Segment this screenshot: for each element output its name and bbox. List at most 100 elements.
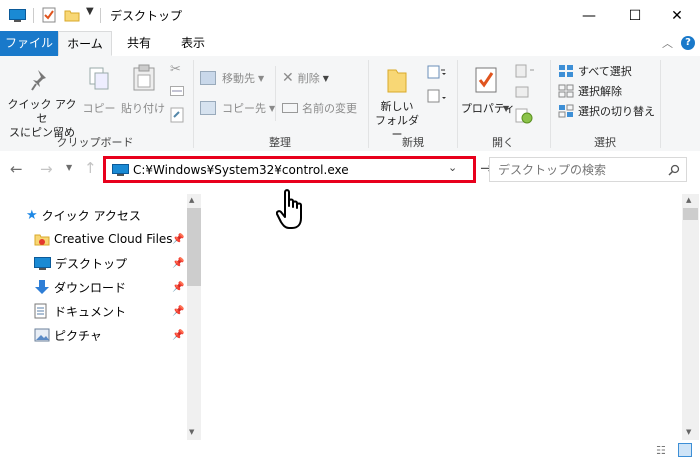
nav-item-label: ダウンロード	[54, 280, 127, 295]
group-label-clipboard: クリップボード	[56, 136, 134, 149]
address-bar[interactable]: ⌄	[103, 156, 476, 183]
move-to-label: 移動先	[222, 72, 255, 85]
large-icons-view-icon[interactable]	[678, 443, 692, 457]
nav-item-label: ドキュメント	[54, 304, 127, 319]
scroll-up-icon[interactable]: ▲	[686, 196, 691, 204]
scroll-down-icon[interactable]: ▼	[686, 428, 691, 436]
desktop-icon	[34, 256, 51, 270]
window-title: デスクトップ	[110, 9, 183, 23]
copy-icon	[89, 67, 109, 90]
properties-quick-icon[interactable]	[42, 7, 56, 23]
select-none-button[interactable]: 選択解除	[558, 82, 622, 100]
tab-home[interactable]: ホーム	[58, 31, 112, 56]
move-to-icon	[200, 71, 216, 85]
tab-share[interactable]: 共有	[112, 31, 166, 56]
close-button[interactable]: ✕	[654, 0, 700, 31]
select-all-button[interactable]: すべて選択	[558, 62, 632, 80]
properties-icon	[475, 67, 497, 93]
paste-icon	[133, 64, 155, 91]
copy-to-label: コピー先	[222, 102, 266, 115]
nav-item-creative-cloud[interactable]: Creative Cloud Files 📌	[34, 228, 184, 250]
nav-item-pictures[interactable]: ピクチャ 📌	[34, 324, 184, 346]
maximize-button[interactable]: ☐	[612, 0, 658, 31]
group-label-select: 選択	[594, 136, 616, 149]
nav-quick-access[interactable]: ★ クイック アクセス	[26, 204, 141, 226]
copy-label: コピー	[82, 102, 116, 115]
pin-to-quick-access-button[interactable]: クイック アクセ スにピン留め	[4, 58, 76, 139]
group-label-organize: 整理	[269, 136, 291, 149]
select-none-label: 選択解除	[578, 85, 622, 98]
nav-scrollbar-thumb[interactable]	[187, 208, 201, 286]
group-label-new: 新規	[402, 136, 424, 149]
main-scrollbar-thumb[interactable]	[683, 208, 698, 220]
divider	[100, 8, 101, 23]
address-dropdown-icon[interactable]: ⌄	[448, 161, 457, 174]
divider	[33, 8, 34, 23]
open-icon[interactable]	[515, 64, 537, 78]
pin-icon: 📌	[172, 281, 185, 293]
help-icon[interactable]: ?	[681, 36, 695, 50]
pin-icon: 📌	[172, 233, 185, 245]
copy-button[interactable]: コピー	[80, 58, 118, 130]
desktop-icon	[112, 164, 129, 176]
address-input[interactable]	[133, 160, 433, 179]
search-input[interactable]	[498, 161, 658, 178]
scroll-down-icon[interactable]: ▼	[189, 428, 194, 436]
pin-icon	[31, 70, 46, 91]
qa-customize-icon[interactable]: ▼	[86, 6, 94, 17]
nav-item-desktop[interactable]: デスクトップ 📌	[34, 252, 184, 274]
details-view-icon[interactable]: ☷	[656, 444, 666, 457]
nav-item-downloads[interactable]: ダウンロード 📌	[34, 276, 184, 298]
easy-access-icon[interactable]	[426, 88, 446, 104]
history-icon[interactable]	[515, 108, 533, 124]
scroll-up-icon[interactable]: ▲	[189, 196, 194, 204]
file-list-area[interactable]	[203, 194, 681, 440]
rename-icon	[282, 103, 298, 113]
properties-button[interactable]: プロパティ	[460, 58, 515, 130]
delete-label: 削除	[297, 72, 320, 85]
status-bar: ☷	[0, 440, 700, 462]
invert-selection-icon	[558, 104, 574, 118]
select-none-icon	[558, 84, 574, 98]
nav-item-label: デスクトップ	[55, 256, 128, 271]
main-scrollbar[interactable]	[682, 194, 699, 440]
nav-item-documents[interactable]: ドキュメント 📌	[34, 300, 184, 322]
tab-view[interactable]: 表示	[166, 31, 220, 56]
document-icon	[34, 303, 47, 319]
up-arrow-icon[interactable]: ↑	[84, 159, 97, 177]
delete-icon: ✕	[282, 70, 294, 86]
pin-icon: 📌	[172, 257, 185, 269]
forward-arrow-icon[interactable]: →	[40, 160, 53, 178]
copy-path-icon[interactable]	[170, 86, 184, 96]
recent-locations-icon[interactable]: ▼	[66, 163, 72, 172]
properties-dropdown-icon[interactable]: ▼	[503, 104, 509, 113]
paste-label: 貼り付け	[121, 102, 165, 115]
pin-icon: 📌	[172, 305, 185, 317]
new-folder-quick-icon[interactable]	[64, 8, 80, 22]
back-arrow-icon[interactable]: ←	[10, 160, 23, 178]
nav-item-label: Creative Cloud Files	[54, 232, 173, 246]
new-folder-button[interactable]: 新しい フォルダー	[372, 58, 422, 141]
invert-selection-label: 選択の切り替え	[578, 105, 655, 118]
star-icon: ★	[26, 207, 38, 223]
ribbon: クイック アクセ スにピン留め コピー 貼り付け ✂ クリップボード 移動先 ▼	[0, 56, 700, 152]
cut-icon[interactable]: ✂	[170, 62, 181, 77]
tab-file[interactable]: ファイル	[0, 31, 58, 56]
invert-selection-button[interactable]: 選択の切り替え	[558, 102, 655, 120]
nav-quick-access-label: クイック アクセス	[41, 208, 141, 223]
edit-icon[interactable]	[515, 86, 529, 98]
select-all-icon	[559, 65, 573, 77]
paste-button[interactable]: 貼り付け	[120, 58, 166, 130]
move-to-button[interactable]: 移動先 ▼	[200, 68, 264, 88]
minimize-button[interactable]: —	[566, 0, 612, 31]
copy-to-button[interactable]: コピー先 ▼	[200, 98, 275, 118]
paste-shortcut-icon[interactable]	[170, 107, 184, 123]
search-box[interactable]	[489, 157, 687, 182]
delete-button[interactable]: ✕ 削除 ▼	[282, 68, 329, 88]
rename-button[interactable]: 名前の変更	[282, 98, 357, 118]
desktop-icon	[9, 9, 26, 22]
ribbon-collapse-icon[interactable]: ︿	[662, 35, 673, 51]
creative-cloud-folder-icon	[34, 234, 50, 246]
new-item-icon[interactable]	[426, 64, 446, 80]
search-icon[interactable]	[668, 164, 680, 176]
